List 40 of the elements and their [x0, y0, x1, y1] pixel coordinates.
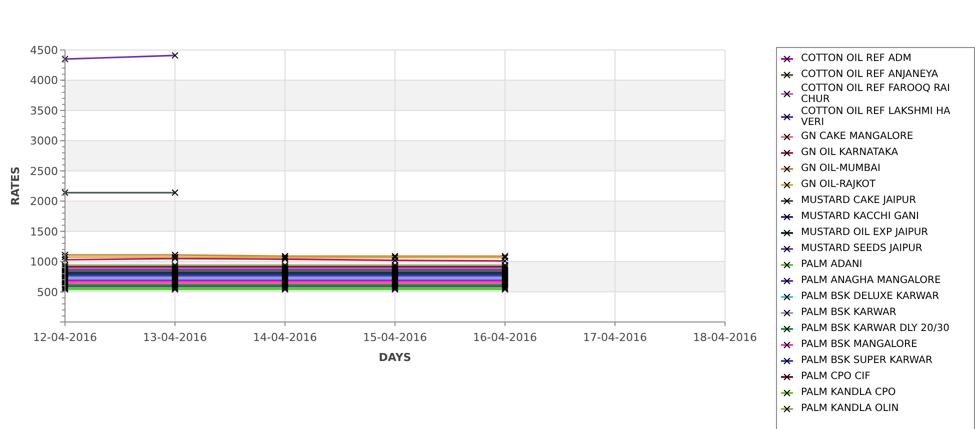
legend-label: MUSTARD SEEDS JAIPUR	[801, 243, 924, 254]
y-tick-label: 500	[37, 286, 58, 299]
legend-label: GN OIL-RAJKOT	[801, 179, 877, 190]
legend-label: PALM BSK DELUXE KARWAR	[801, 291, 940, 302]
y-tick-label: 4500	[30, 44, 58, 57]
legend-label: COTTON OIL REF ANJANEYA	[801, 69, 940, 80]
legend-label: MUSTARD CAKE JAIPUR	[801, 195, 918, 206]
x-tick-label: 14-04-2016	[253, 331, 317, 344]
legend-label: COTTON OIL REF LAKSHMI HAVERI	[801, 106, 951, 128]
x-tick-label: 13-04-2016	[143, 331, 207, 344]
legend-label: COTTON OIL REF FAROOQ RAICHUR	[801, 83, 951, 105]
x-tick-label: 18-04-2016	[693, 331, 757, 344]
x-tick-label: 12-04-2016	[33, 331, 97, 344]
legend-label: COTTON OIL REF ADM	[801, 53, 912, 64]
legend-label: GN OIL-MUMBAI	[801, 163, 882, 174]
legend-label: PALM BSK SUPER KARWAR	[801, 355, 934, 366]
x-tick-label: 15-04-2016	[363, 331, 427, 344]
legend-label: PALM ANAGHA MANGALORE	[801, 275, 942, 286]
x-tick-label: 17-04-2016	[583, 331, 647, 344]
y-axis-title: RATES	[9, 166, 22, 206]
y-tick-label: 3000	[30, 134, 58, 148]
y-tick-label: 2500	[30, 164, 58, 178]
y-tick-label: 4000	[30, 74, 58, 88]
y-tick-label: 2000	[30, 195, 58, 208]
legend-label: PALM KANDLA CPO	[801, 387, 897, 398]
y-tick-label: 1500	[30, 225, 58, 238]
legend-label: PALM KANDLA OLIN	[801, 403, 900, 414]
legend-label: PALM CPO CIF	[801, 371, 872, 382]
legend-label: PALM BSK KARWAR DLY 20/30	[801, 323, 951, 334]
legend-label: PALM BSK KARWAR	[801, 307, 898, 318]
y-tick-label: 1000	[30, 256, 58, 269]
x-tick-label: 16-04-2016	[473, 331, 537, 344]
legend-label: MUSTARD OIL EXP JAIPUR	[801, 227, 930, 238]
legend-label: GN CAKE MANGALORE	[801, 131, 914, 142]
legend-label: PALM BSK MANGALORE	[801, 339, 918, 350]
legend-label: MUSTARD KACCHI GANI	[801, 211, 920, 222]
legend-label: GN OIL KARNATAKA	[801, 147, 900, 158]
x-axis-title: DAYS	[378, 351, 412, 364]
y-tick-label: 3500	[30, 104, 58, 118]
legend-label: PALM ADANI	[801, 259, 864, 270]
